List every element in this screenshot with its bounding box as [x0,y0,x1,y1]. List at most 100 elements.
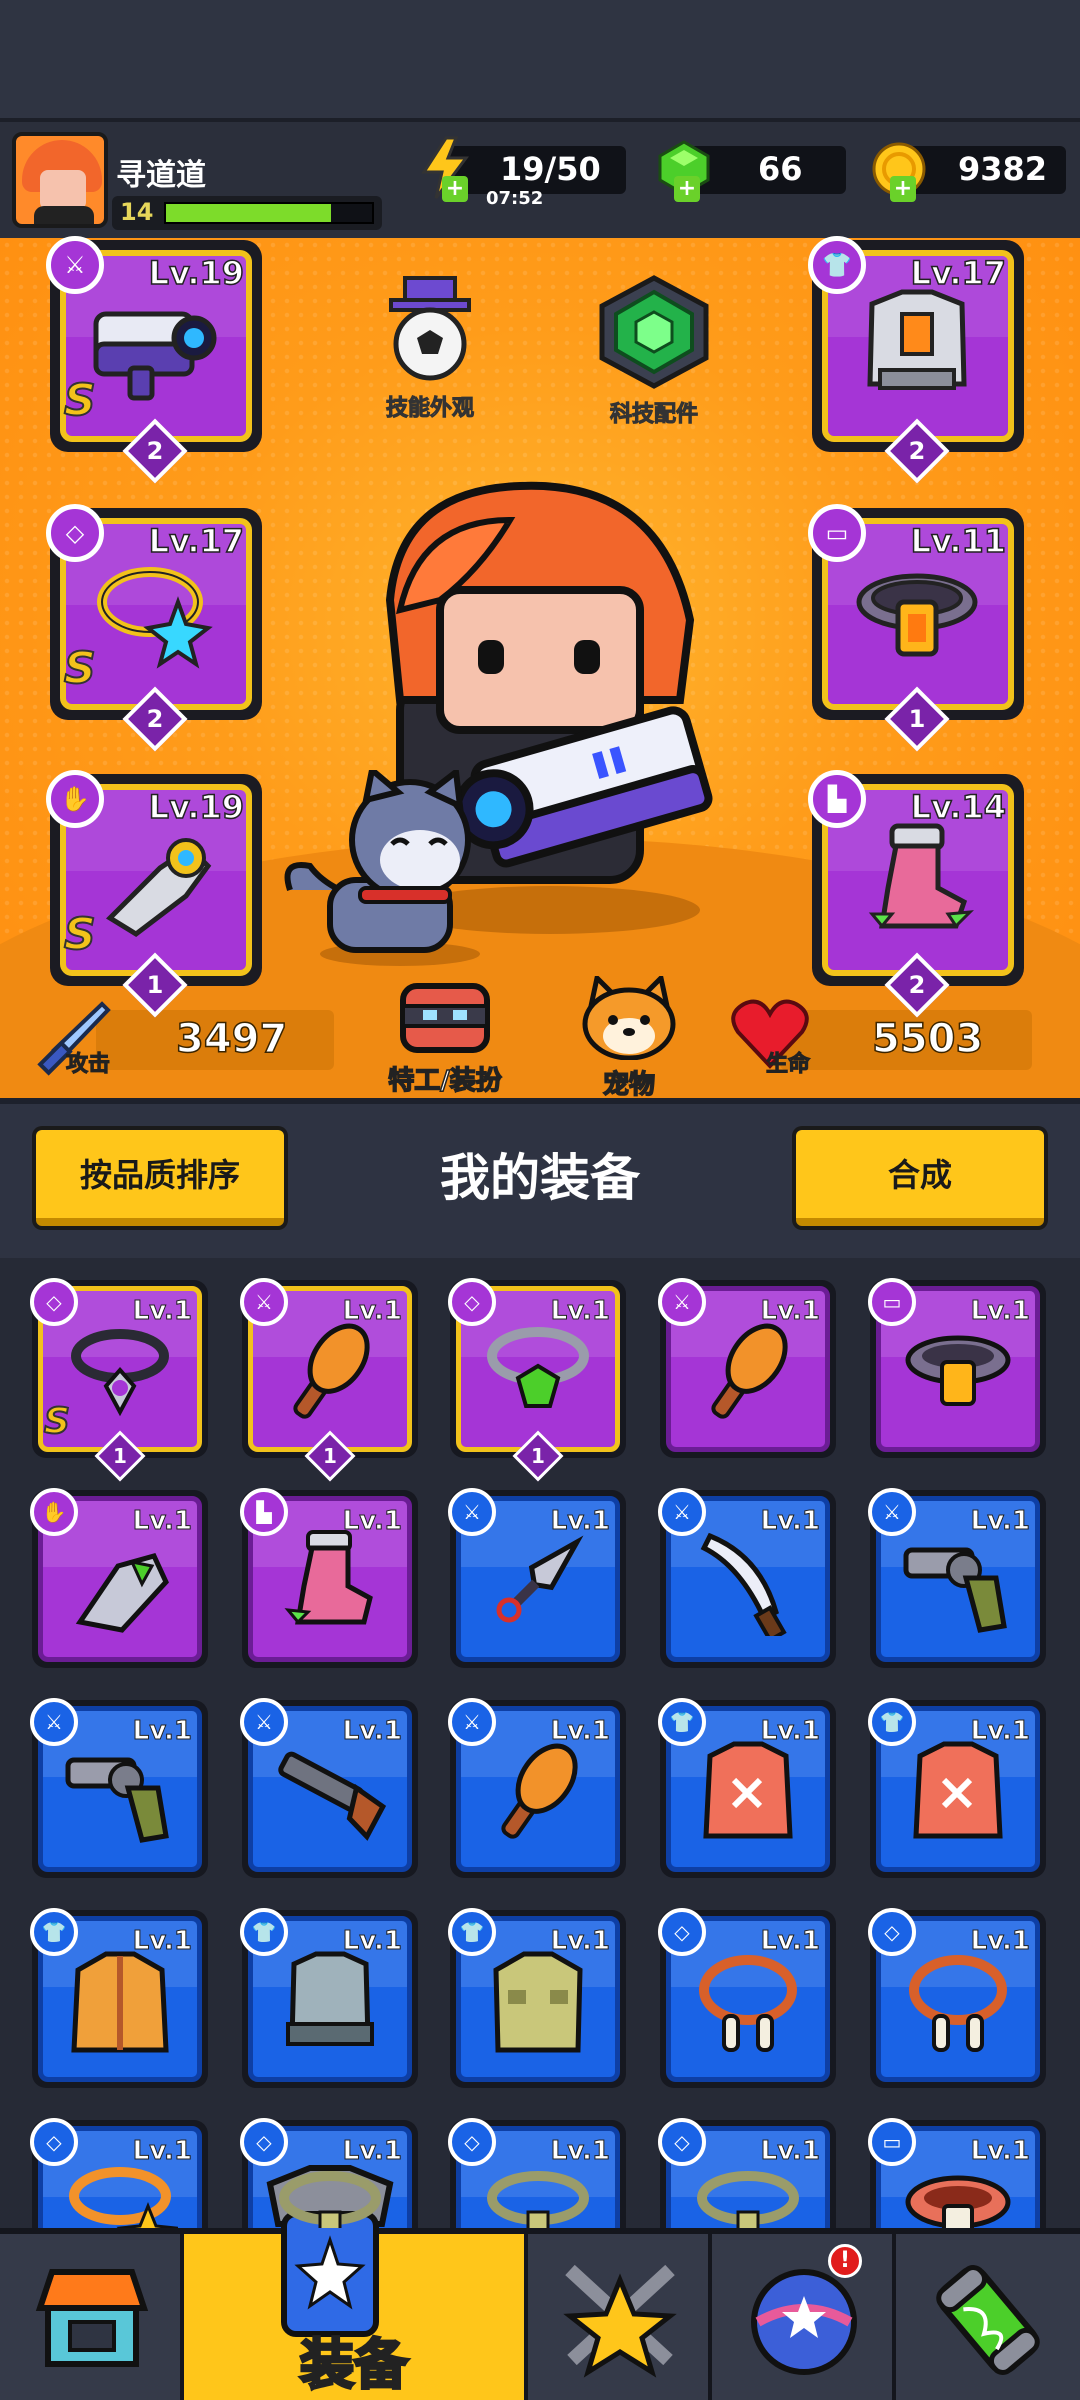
item-level: Lv.1 [342,2136,402,2167]
inventory-item-star-necklace[interactable]: ◇ Lv.1 [30,2118,208,2228]
star-necklace-icon [69,2167,178,2228]
item-level: Lv.1 [550,1926,610,1957]
gloves-type-icon: ✋ [30,1488,78,1536]
weapon-type-icon: ⚔ [658,1278,706,1326]
necklace-type-icon: ◇ [658,1908,706,1956]
plasma-gun-icon [93,311,217,401]
inventory-item-belt[interactable]: ▭ Lv.1 [868,1278,1046,1458]
item-level: Lv.1 [132,1926,192,1957]
plain-necklace-icon [487,2171,589,2228]
item-level: Lv.1 [970,1716,1030,1747]
armor-type-icon: 👕 [448,1908,496,1956]
item-level: Lv.1 [132,1296,192,1327]
inventory-item-bone-necklace[interactable]: ◇ Lv.1 [658,1908,836,2088]
belt-icon [856,573,978,657]
weapon-type-icon: ⚔ [46,236,104,294]
weapon-type-icon: ⚔ [240,1278,288,1326]
armor-type-icon: 👕 [658,1698,706,1746]
armor-slot[interactable]: 👕 Lv.17 2 [808,236,1024,484]
item-level: Lv.1 [760,1296,820,1327]
pet-button[interactable]: 宠物 [574,972,684,1101]
nav-events[interactable]: ! [712,2234,896,2400]
belt-slot[interactable]: ▭ Lv.11 1 [808,504,1024,752]
skill-skin-button[interactable]: 技能外观 [360,274,500,422]
inventory-item-bone-necklace[interactable]: ◇ Lv.1 [868,1908,1046,2088]
weapon-type-icon: ⚔ [658,1488,706,1536]
necklace-type-icon: ◇ [30,2118,78,2166]
hp-label: 生命 [765,1052,811,1078]
nav-shop[interactable] [0,2234,184,2400]
inventory-item-shirt[interactable]: 👕 Lv.1 [448,1908,626,2088]
status-bar-area [0,0,1080,118]
inventory-item-boots[interactable]: ▙ Lv.1 [240,1488,418,1668]
agent-outfit-button[interactable]: 特工/装扮 [370,976,520,1097]
sort-by-quality-button[interactable]: 按品质排序 [36,1130,284,1226]
shirt-icon [493,1951,583,2053]
inventory-item-wooden-club[interactable]: ⚔ Lv.1 [448,1698,626,1878]
body-armor-icon [286,1951,374,2046]
grade-badge: S [63,374,97,427]
gems-plus-button[interactable]: + [674,176,700,202]
gauntlet-icon [75,1553,169,1633]
inventory-item-machete[interactable]: ⚔ Lv.1 [658,1488,836,1668]
item-level: Lv.1 [760,1926,820,1957]
inventory-item-leather-belt[interactable]: ▭ Lv.1 [868,2118,1046,2228]
leather-belt-icon [905,2175,1011,2228]
item-level: Lv.1 [760,1506,820,1537]
inventory-item-revolver[interactable]: ⚔ Lv.1 [868,1488,1046,1668]
agent-head-icon [400,983,490,1053]
shotgun-icon [278,1751,387,1841]
necklace-type-icon: ◇ [448,1278,496,1326]
shiba-icon [582,972,676,1061]
player-avatar[interactable] [12,132,108,228]
armor-type-icon: 👕 [240,1908,288,1956]
necklace-slot[interactable]: ◇ Lv.17 S 2 [46,504,262,752]
nav-equipment-label: 装备 [299,2332,410,2398]
inventory-item-gem-necklace[interactable]: ◇ Lv.1 1 [448,1278,626,1482]
inventory-item-gauntlet[interactable]: ✋ Lv.1 [30,1488,208,1668]
necklace-type-icon: ◇ [658,2118,706,2166]
inventory-item-torn-vest[interactable]: 👕 Lv.1 [658,1698,836,1878]
inventory-item-wooden-club[interactable]: ⚔ Lv.1 1 [240,1278,418,1482]
inventory-item-shotgun[interactable]: ⚔ Lv.1 [240,1698,418,1878]
item-level: Lv.1 [342,1506,402,1537]
nav-lab[interactable] [896,2234,1080,2400]
energy-plus-button[interactable]: + [442,176,468,202]
kunai-icon [496,1535,584,1623]
necklace-type-icon: ◇ [240,2118,288,2166]
agent-outfit-label: 特工/装扮 [388,1065,503,1097]
boots-icon [868,823,974,929]
inventory-item-jacket[interactable]: 👕 Lv.1 [30,1908,208,2088]
belt-icon [905,1335,1011,1406]
tech-parts-button[interactable]: 科技配件 [584,274,724,428]
nav-battle[interactable] [528,2234,712,2400]
merge-button[interactable]: 合成 [796,1130,1044,1226]
star-ball-icon [751,2269,857,2375]
inventory-item-kunai[interactable]: ⚔ Lv.1 [448,1488,626,1668]
slot-level: Lv.19 [148,787,245,827]
inventory-item-plain-necklace[interactable]: ◇ Lv.1 [448,2118,626,2228]
item-level: Lv.1 [760,1716,820,1747]
boots-slot[interactable]: ▙ Lv.14 2 [808,770,1024,1018]
my-equipment-title: 我的装备 [440,1149,640,1207]
item-level: Lv.1 [970,1296,1030,1327]
item-level: Lv.1 [970,1506,1030,1537]
inventory-item-body-armor[interactable]: 👕 Lv.1 [240,1908,418,2088]
item-level: Lv.1 [132,2136,192,2167]
hp-value: 5503 [871,1015,984,1063]
grade-badge: S [63,908,97,961]
item-level: Lv.1 [760,2136,820,2167]
weapon-slot[interactable]: ⚔ Lv.19 S 2 [46,236,262,484]
gloves-slot[interactable]: ✋ Lv.19 S 1 [46,770,262,1018]
inventory-item-plain-necklace[interactable]: ◇ Lv.1 [658,2118,836,2228]
inventory-item-torn-vest[interactable]: 👕 Lv.1 [868,1698,1046,1878]
nav-equipment[interactable]: 装备 [184,2165,528,2400]
inventory-item-wooden-club[interactable]: ⚔ Lv.1 [658,1278,836,1458]
slot-level: Lv.17 [910,253,1007,293]
inventory-item-revolver[interactable]: ⚔ Lv.1 [30,1698,208,1878]
pet-cat [284,770,480,966]
bone-necklace-icon [699,1955,797,2052]
coins-plus-button[interactable]: + [890,176,916,202]
inventory-item-spiked-necklace[interactable]: ◇ Lv.1 S 1 [30,1278,208,1482]
crossed-swords-star-icon [563,2264,677,2378]
